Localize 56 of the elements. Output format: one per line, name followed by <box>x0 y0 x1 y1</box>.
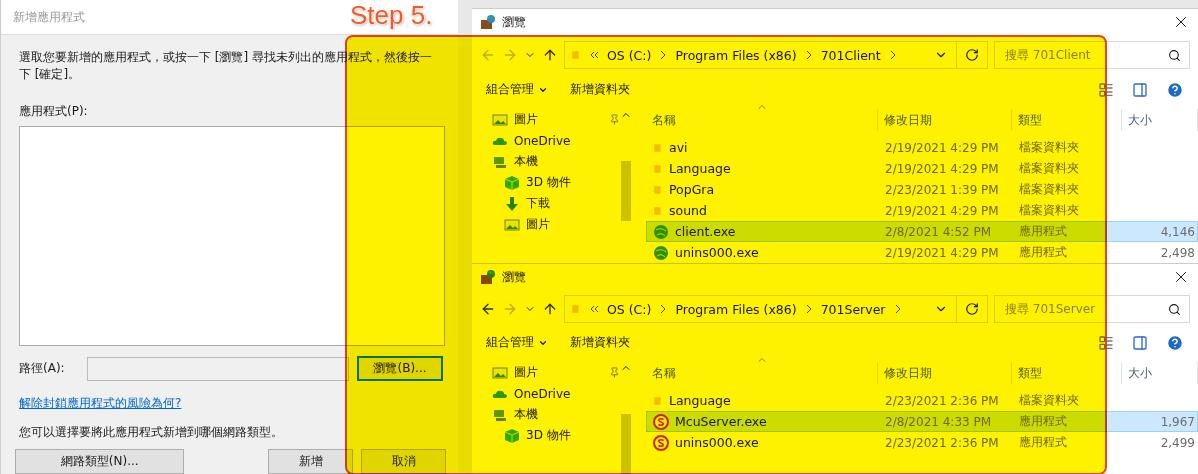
help-icon[interactable] <box>1166 333 1184 352</box>
list-label: 應用程式(P): <box>19 103 89 120</box>
file-name: unins000.exe <box>675 245 759 261</box>
file-name: Language <box>669 393 731 408</box>
app-box-icon <box>480 14 496 31</box>
file-name: client.exe <box>675 224 736 240</box>
modified-date: 2/19/2021 4:29 PM <box>884 203 1000 218</box>
breadcrumb-item[interactable]: OS (C:) <box>607 47 652 63</box>
file-name: unins000.exe <box>675 435 759 450</box>
preview-pane-icon[interactable] <box>1132 81 1148 98</box>
file-type: 檔案資料夾 <box>1018 392 1080 409</box>
modified-date: 2/23/2021 2:36 PM <box>884 393 1000 408</box>
dialog-title: 新增應用程式 <box>13 8 85 26</box>
network-note: 您可以選擇要將此應用程式新增到哪個網路類型。 <box>19 424 284 441</box>
file-type: 應用程式 <box>1018 434 1068 451</box>
file-type: 檔案資料夾 <box>1018 181 1080 199</box>
breadcrumb-item[interactable]: Program Files (x86) <box>675 301 797 317</box>
file-type: 應用程式 <box>1018 244 1068 262</box>
help-icon[interactable] <box>1166 80 1184 99</box>
modified-date: 2/23/2021 1:39 PM <box>884 182 1000 197</box>
file-name: sound <box>669 203 707 219</box>
file-type: 應用程式 <box>1018 413 1068 430</box>
breadcrumb-item[interactable]: 701Client <box>820 47 881 63</box>
file-name: Language <box>669 161 731 177</box>
file-type: 檔案資料夾 <box>1018 160 1080 178</box>
breadcrumb-item[interactable]: Program Files (x86) <box>675 47 797 63</box>
breadcrumb-item[interactable]: 701Server <box>820 301 886 317</box>
file-size: 2,498 <box>1159 245 1196 260</box>
file-size: 4,146 <box>1159 224 1196 239</box>
file-type: 檔案資料夾 <box>1018 139 1080 157</box>
column-header[interactable]: 大小 <box>1122 362 1198 384</box>
path-label: 路徑(A): <box>19 360 66 377</box>
file-name: McuServer.exe <box>675 414 767 429</box>
search-icon <box>1168 302 1181 316</box>
file-name: PopGra <box>669 182 715 198</box>
modified-date: 2/8/2021 4:52 PM <box>884 224 993 239</box>
toolbar-button[interactable]: 新增資料夾 <box>570 334 630 352</box>
step-label: Step 5. <box>350 0 433 31</box>
dialog-button[interactable]: 網路類型(N)... <box>15 449 185 474</box>
modified-date: 2/19/2021 4:29 PM <box>884 161 1000 176</box>
modified-date: 2/19/2021 4:29 PM <box>884 245 1000 260</box>
search-icon <box>1168 48 1181 62</box>
file-name: avi <box>669 140 688 156</box>
window-title: 瀏覽 <box>502 268 527 286</box>
modified-date: 2/19/2021 4:29 PM <box>884 140 1000 155</box>
file-size: 1,967 <box>1159 414 1196 429</box>
modified-date: 2/23/2021 2:36 PM <box>884 435 1000 450</box>
modified-date: 2/8/2021 4:33 PM <box>884 414 993 429</box>
file-size: 2,499 <box>1159 435 1196 450</box>
file-type: 應用程式 <box>1018 223 1068 241</box>
column-header[interactable]: 大小 <box>1122 109 1198 132</box>
preview-pane-icon[interactable] <box>1132 334 1148 351</box>
window-title: 瀏覽 <box>502 13 527 31</box>
toolbar-button[interactable]: 新增資料夾 <box>570 81 630 99</box>
breadcrumb-item[interactable]: OS (C:) <box>607 301 652 317</box>
file-type: 檔案資料夾 <box>1018 202 1080 220</box>
